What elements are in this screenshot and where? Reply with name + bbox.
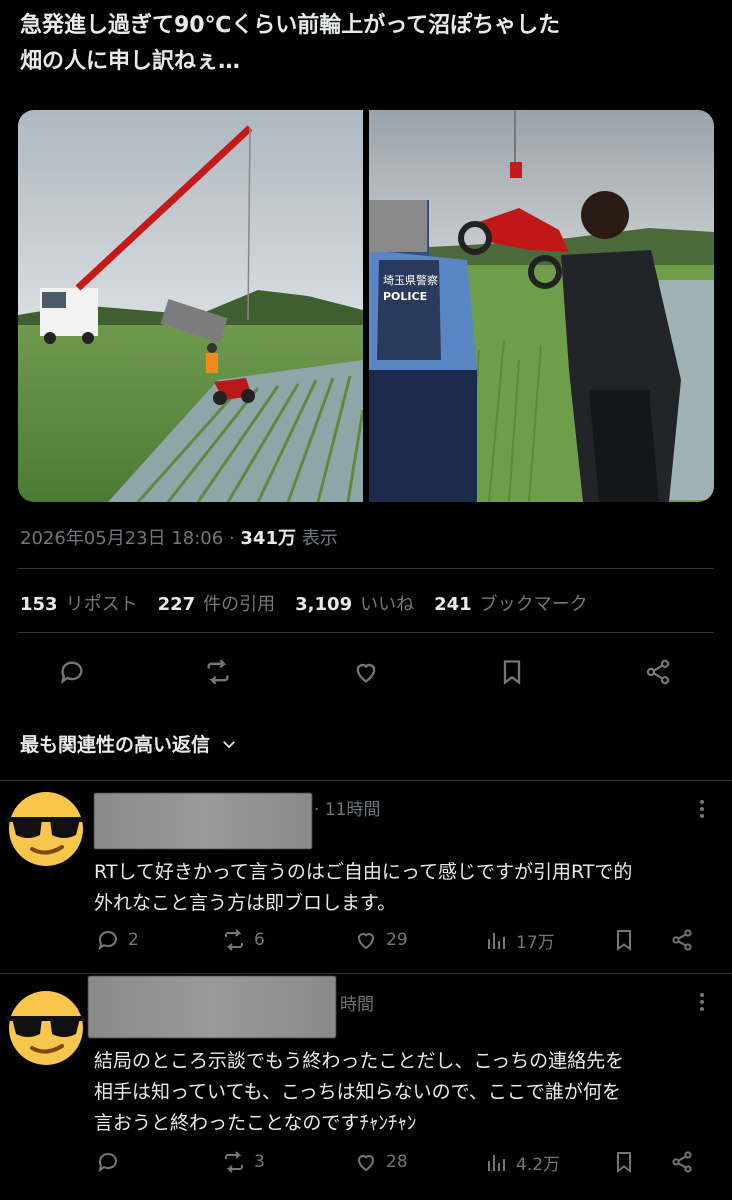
- like-button[interactable]: [346, 652, 386, 692]
- bar-chart-icon: [488, 932, 505, 949]
- more-options-button[interactable]: [692, 992, 712, 1012]
- tweet-meta: 2026年05月23日 18:06 · 341万 表示: [20, 524, 338, 550]
- blurred-username[interactable]: [88, 976, 336, 1038]
- avatar[interactable]: [4, 785, 88, 869]
- reply-text: 結局のところ示談でもう終わったことだし、こっちの連絡先を 相手は知っていても、こ…: [94, 1046, 714, 1139]
- repost-icon: [225, 929, 243, 951]
- reply-like-button[interactable]: 29: [354, 928, 408, 952]
- like-count: 28: [386, 1152, 408, 1172]
- reply-reply-button[interactable]: 2: [96, 928, 139, 952]
- reply-bookmark-button[interactable]: [612, 928, 636, 952]
- more-options-button[interactable]: [692, 799, 712, 819]
- tweet-text-line-1: 急発進し過ぎて90℃くらい前輪上がって沼ぽちゃした: [20, 13, 561, 38]
- photo-crane-rice-field[interactable]: [18, 110, 363, 502]
- view-count: 341万: [240, 528, 296, 549]
- reply-icon: [60, 661, 83, 685]
- bookmark-icon: [617, 930, 631, 951]
- bookmark-button[interactable]: [492, 652, 532, 692]
- photo-police-motorcycle[interactable]: 埼玉県警察 POLICE: [369, 110, 714, 502]
- reply-text-line-1: RTして好きかって言うのはご自由にって感じですが引用RTで的: [94, 861, 633, 883]
- repost-count: 6: [254, 930, 265, 950]
- reply-text-line-2: 外れなこと言う方は即ブロします。: [94, 892, 397, 914]
- view-count: 4.2万: [516, 1155, 561, 1175]
- avatar[interactable]: [4, 984, 88, 1068]
- share-icon: [672, 929, 692, 951]
- reply-count: 2: [128, 930, 139, 950]
- reply-time[interactable]: · 11時間: [314, 795, 380, 820]
- share-icon: [646, 659, 670, 685]
- blurred-username[interactable]: [94, 793, 312, 849]
- tweet-stats: 153 リポスト 227 件の引用 3,109 いいね 241 ブックマーク: [20, 590, 588, 616]
- reply-text-line-3: 言おうと終わったことなのですﾁｬﾝﾁｬﾝ: [94, 1112, 417, 1134]
- more-vertical-icon: [700, 800, 704, 818]
- tweet-timestamp[interactable]: 2026年05月23日 18:06: [20, 528, 223, 549]
- tweet-action-bar: [0, 652, 732, 692]
- reply-item[interactable]: 時間 結局のところ示談でもう終わったことだし、こっちの連絡先を 相手は知っていて…: [0, 974, 732, 1200]
- police-vest-text: POLICE: [383, 290, 427, 303]
- tweet-media[interactable]: 埼玉県警察 POLICE: [18, 110, 714, 502]
- reply-time[interactable]: 時間: [340, 990, 374, 1015]
- view-label: 表示: [295, 528, 338, 549]
- reply-button[interactable]: [52, 652, 92, 692]
- reply-share-button[interactable]: [670, 1150, 694, 1174]
- repost-icon: [207, 659, 229, 685]
- replies-sort-label: 最も関連性の高い返信: [20, 734, 211, 756]
- reply-text: RTして好きかって言うのはご自由にって感じですが引用RTで的 外れなこと言う方は…: [94, 857, 714, 919]
- reply-repost-button[interactable]: 3: [222, 1150, 265, 1174]
- view-count: 17万: [516, 933, 555, 953]
- like-count: 29: [386, 930, 408, 950]
- reply-text-line-1: 結局のところ示談でもう終わったことだし、こっちの連絡先を: [94, 1050, 625, 1072]
- reply-item[interactable]: · 11時間 RTして好きかって言うのはご自由にって感じですが引用RTで的 外れ…: [0, 781, 732, 973]
- chevron-down-icon: [223, 740, 235, 748]
- reply-share-button[interactable]: [670, 928, 694, 952]
- repost-count: 3: [254, 1152, 265, 1172]
- reply-reply-button[interactable]: [96, 1150, 128, 1174]
- sunglasses-emoji-icon: [6, 991, 86, 1065]
- stat-bookmarks[interactable]: 241 ブックマーク: [434, 590, 588, 616]
- replies-sort-dropdown[interactable]: 最も関連性の高い返信: [20, 730, 238, 757]
- share-button[interactable]: [638, 652, 678, 692]
- meta-separator: ·: [223, 528, 241, 549]
- repost-button[interactable]: [198, 652, 238, 692]
- more-vertical-icon: [700, 993, 704, 1011]
- reply-repost-button[interactable]: 6: [222, 928, 265, 952]
- heart-icon: [356, 663, 376, 683]
- heart-icon: [357, 1155, 375, 1172]
- divider: [18, 632, 714, 633]
- sunglasses-emoji-icon: [6, 792, 86, 866]
- heart-icon: [357, 933, 375, 950]
- stat-likes[interactable]: 3,109 いいね: [295, 590, 414, 616]
- reply-views-button[interactable]: 4.2万: [484, 1150, 560, 1175]
- tweet-text-line-2: 畑の人に申し訳ねぇ…: [20, 49, 241, 74]
- reply-icon: [98, 931, 117, 951]
- stat-quotes[interactable]: 227 件の引用: [158, 590, 276, 616]
- reply-views-button[interactable]: 17万: [484, 928, 555, 953]
- reply-like-button[interactable]: 28: [354, 1150, 408, 1174]
- police-badge-text: 埼玉県警察: [383, 273, 438, 287]
- reply-action-bar: 2 6 29 17万: [0, 928, 732, 958]
- reply-text-line-2: 相手は知っていても、こっちは知らないので、ここで誰が何を: [94, 1081, 621, 1103]
- bar-chart-icon: [488, 1154, 505, 1171]
- divider: [18, 568, 714, 569]
- stat-reposts[interactable]: 153 リポスト: [20, 590, 138, 616]
- share-icon: [672, 1151, 692, 1173]
- bookmark-icon: [503, 660, 521, 685]
- tweet-text: 急発進し過ぎて90℃くらい前輪上がって沼ぽちゃした 畑の人に申し訳ねぇ…: [20, 8, 710, 80]
- reply-bookmark-button[interactable]: [612, 1150, 636, 1174]
- reply-icon: [98, 1153, 117, 1173]
- repost-icon: [225, 1151, 243, 1173]
- reply-action-bar: 3 28 4.2万: [0, 1150, 732, 1180]
- bookmark-icon: [617, 1152, 631, 1173]
